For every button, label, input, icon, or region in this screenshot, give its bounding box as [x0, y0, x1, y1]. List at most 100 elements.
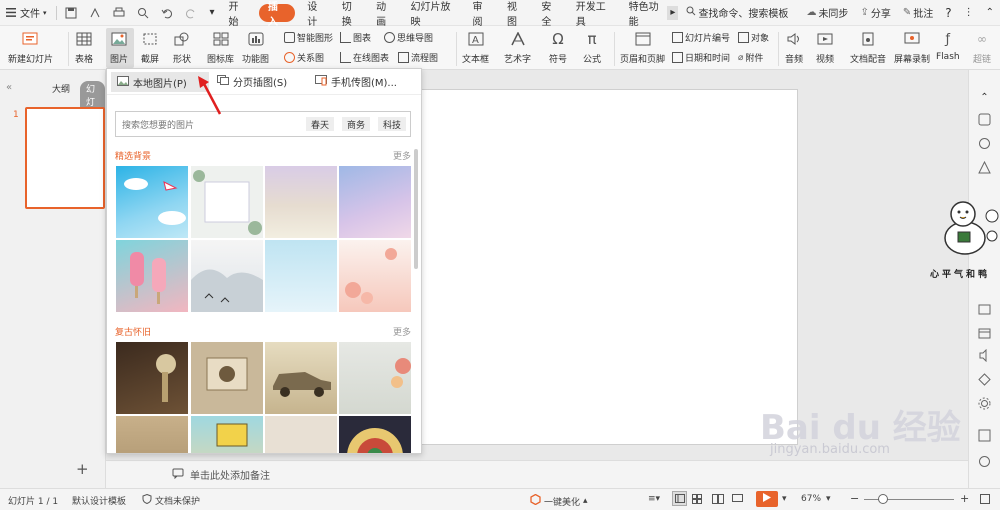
phone-picture-option[interactable]: 手机传图(M)... — [315, 74, 397, 89]
align-menu-icon[interactable]: ≡▾ — [648, 494, 660, 504]
save-icon[interactable] — [59, 0, 83, 26]
design-icon[interactable] — [977, 112, 992, 127]
retro-thumbnail-car[interactable] — [265, 342, 337, 414]
mind-map-button[interactable]: 思维导图 — [384, 31, 433, 44]
chart-button[interactable]: 图表 — [340, 31, 371, 44]
tab-features[interactable]: 特色功能 — [621, 0, 668, 28]
tab-view[interactable]: 视图 — [499, 0, 533, 28]
smart-art-button[interactable]: 智能图形 — [284, 31, 333, 44]
tab-transition[interactable]: 切换 — [334, 0, 368, 28]
presenter-view-icon[interactable] — [732, 494, 743, 504]
symbol-button[interactable]: Ω 符号 — [548, 29, 568, 65]
relation-chart-button[interactable]: 关系图 — [284, 51, 324, 64]
picture-button[interactable]: 图片 — [109, 29, 129, 65]
animation-icon[interactable] — [977, 136, 992, 151]
icon-library-button[interactable]: 图标库 — [207, 29, 234, 65]
background-thumbnail-sky[interactable] — [116, 166, 188, 238]
background-thumbnail-leaves[interactable] — [191, 166, 263, 238]
collapse-ribbon-icon[interactable]: ⌃ — [980, 0, 1000, 26]
paged-picture-option[interactable]: 分页插图(S) — [217, 74, 287, 89]
share-panel-icon[interactable] — [977, 302, 992, 317]
beautify-button[interactable]: 一键美化 ▴ — [530, 493, 588, 508]
tag-business[interactable]: 商务 — [342, 117, 371, 131]
background-thumbnail-blossom[interactable] — [339, 240, 411, 312]
background-thumbnail-ink-landscape[interactable] — [191, 240, 263, 312]
background-thumbnail-light-blue[interactable] — [265, 240, 337, 312]
object-button[interactable]: 对象 — [738, 31, 769, 44]
undo-icon[interactable] — [155, 0, 179, 26]
formula-button[interactable]: π 公式 — [582, 29, 602, 65]
new-slide-button[interactable]: 新建幻灯片 — [8, 29, 53, 65]
table-button[interactable]: 表格 — [74, 29, 94, 65]
tab-design[interactable]: 设计 — [299, 0, 333, 28]
sync-status[interactable]: ☁ 未同步 — [800, 0, 854, 26]
tab-slideshow[interactable]: 幻灯片放映 — [403, 0, 465, 28]
picture-search-box[interactable]: 搜索您想要的图片 春天 商务 科技 — [115, 111, 411, 137]
zoom-level[interactable]: 67% — [801, 494, 821, 504]
flowchart-button[interactable]: 流程图 — [398, 51, 438, 64]
retro-thumbnail-microphone[interactable] — [116, 342, 188, 414]
tab-more-icon[interactable]: ▸ — [667, 5, 679, 20]
local-picture-option[interactable]: 本地图片(P) — [111, 72, 209, 92]
retro-thumbnail-paper[interactable] — [116, 416, 188, 453]
more-options-icon[interactable]: ⋮ — [958, 0, 980, 26]
tab-outline[interactable]: 大纲 — [52, 82, 70, 95]
online-chart-button[interactable]: 在线图表 — [340, 51, 389, 64]
shape-panel-icon[interactable] — [977, 160, 992, 175]
retro-thumbnail-dartboard[interactable] — [339, 416, 411, 453]
diamond-icon[interactable] — [977, 372, 992, 387]
shape-button[interactable]: 形状 — [172, 29, 192, 65]
tab-security[interactable]: 安全 — [533, 0, 567, 28]
normal-view-icon[interactable] — [672, 491, 687, 506]
protect-status[interactable]: 文档未保护 — [142, 493, 200, 507]
background-thumbnail-popsicle[interactable] — [116, 240, 188, 312]
tab-animation[interactable]: 动画 — [368, 0, 402, 28]
flash-button[interactable]: ƒ Flash — [936, 29, 960, 63]
background-thumbnail-lavender[interactable] — [339, 166, 411, 238]
dropdown-scrollbar[interactable] — [414, 149, 418, 269]
backup-icon[interactable] — [977, 325, 992, 340]
image-panel-icon[interactable] — [977, 428, 992, 443]
audio-panel-icon[interactable] — [977, 348, 992, 363]
tag-tech[interactable]: 科技 — [378, 117, 407, 131]
gear-icon[interactable] — [977, 396, 992, 411]
audio-button[interactable]: 音频 — [784, 29, 804, 65]
zoom-slider-thumb[interactable] — [878, 494, 888, 504]
zoom-in-icon[interactable]: + — [960, 492, 969, 505]
more-featured-link[interactable]: 更多 — [393, 149, 411, 162]
reading-view-icon[interactable] — [712, 494, 724, 504]
slide-canvas[interactable] — [395, 89, 798, 445]
help-icon[interactable]: ? — [939, 0, 957, 26]
zoom-out-icon[interactable]: − — [850, 492, 859, 505]
retro-thumbnail-camera[interactable] — [191, 342, 263, 414]
print-icon[interactable] — [107, 0, 131, 26]
format-painter-icon[interactable] — [83, 0, 107, 26]
tab-developer[interactable]: 开发工具 — [568, 0, 621, 28]
tag-spring[interactable]: 春天 — [306, 117, 335, 131]
file-menu[interactable]: 文件 ▾ — [0, 0, 53, 26]
print-preview-icon[interactable] — [131, 0, 155, 26]
art-text-button[interactable]: 艺术字 — [504, 29, 531, 65]
datetime-button[interactable]: 日期和时间 — [672, 51, 730, 64]
doc-audio-button[interactable]: 文档配音 — [850, 29, 886, 65]
background-thumbnail-pastel[interactable] — [265, 166, 337, 238]
share-button[interactable]: ⇪ 分享 — [854, 0, 896, 26]
scroll-up-icon[interactable]: ⌃ — [977, 90, 992, 105]
play-slideshow-button[interactable] — [756, 491, 778, 507]
screen-record-button[interactable]: 屏幕录制 — [894, 29, 930, 65]
attachment-button[interactable]: ⌀ 附件 — [738, 51, 763, 65]
notes-area[interactable]: 单击此处添加备注 — [106, 460, 968, 488]
zoom-options-icon[interactable]: ▾ — [826, 494, 831, 504]
more-retro-link[interactable]: 更多 — [393, 325, 411, 338]
retro-thumbnail-tv[interactable] — [191, 416, 263, 453]
slideshow-options-icon[interactable]: ▾ — [782, 494, 787, 504]
more-quick-access-icon[interactable]: ▾ — [203, 0, 220, 26]
retro-thumbnail-dots[interactable] — [265, 416, 337, 453]
fit-window-icon[interactable] — [980, 494, 990, 504]
header-footer-button[interactable]: 页眉和页脚 — [620, 29, 665, 65]
add-slide-icon[interactable]: + — [76, 460, 89, 478]
slide-thumbnail[interactable] — [25, 107, 105, 209]
slide-number-button[interactable]: 幻灯片编号 — [672, 31, 730, 44]
tab-review[interactable]: 审阅 — [465, 0, 499, 28]
screenshot-button[interactable]: 截屏 — [140, 29, 160, 65]
